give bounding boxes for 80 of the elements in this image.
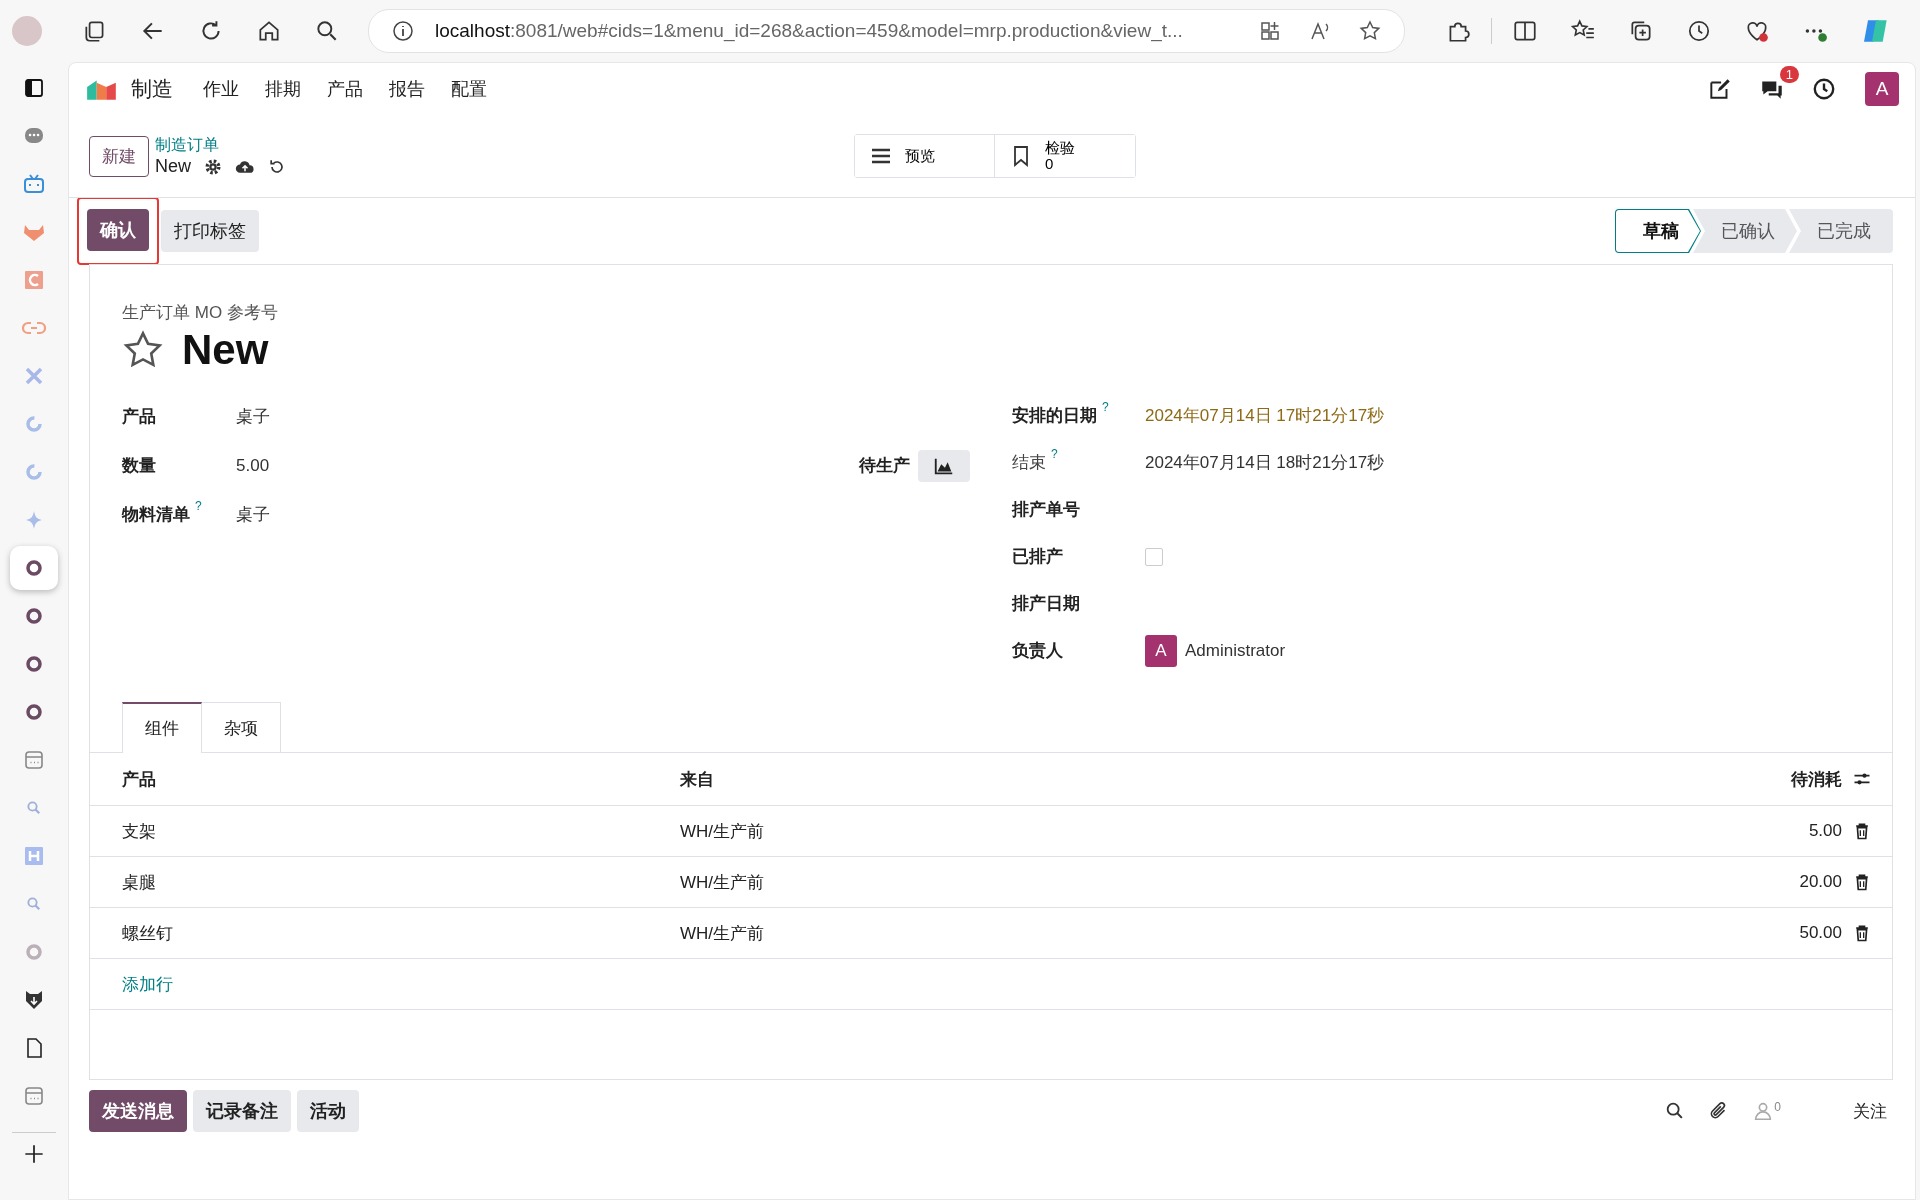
split-screen-icon[interactable] — [1512, 18, 1538, 44]
status-step[interactable]: 已完成 — [1789, 209, 1893, 253]
record-title: New — [182, 326, 269, 374]
smart-button[interactable]: 预览 — [855, 135, 995, 177]
field-label: 生产订单 MO 参考号 — [122, 303, 278, 322]
chatter-button[interactable]: 活动 — [297, 1090, 359, 1132]
table-cell: 5.00 — [1808, 821, 1842, 841]
add-line-link[interactable]: 添加行 — [122, 972, 173, 996]
action-button[interactable]: 确认 — [87, 209, 149, 251]
collections-icon[interactable] — [1628, 18, 1654, 44]
column-header[interactable]: 产品 — [122, 767, 680, 791]
menu-item[interactable]: 报告 — [379, 73, 435, 105]
table-cell-text: WH/生产前 — [680, 871, 766, 894]
tab[interactable]: 组件 — [122, 702, 202, 753]
sidebar-item[interactable] — [10, 546, 58, 590]
new-button[interactable]: 新建 — [89, 135, 149, 177]
table-cell-text: 螺丝钉 — [122, 922, 174, 945]
app-name[interactable]: 制造 — [131, 75, 173, 103]
field-label: 已排产 — [1012, 546, 1063, 568]
notification-badge: 1 — [1779, 66, 1799, 83]
field-label: 物料清单 — [122, 504, 190, 526]
field-value[interactable]: 桌子 — [236, 405, 270, 428]
tile-icon — [22, 844, 46, 868]
menu-item[interactable]: 排期 — [255, 73, 311, 105]
field-value[interactable]: 桌子 — [236, 503, 270, 526]
calendar-icon — [22, 748, 46, 772]
address-bar[interactable]: localhost:8081/web#cids=1&menu_id=268&action=459&model=mrp.production&view_t... — [368, 9, 1405, 53]
status-step[interactable]: 草稿 — [1615, 209, 1701, 253]
star-icon[interactable] — [1358, 19, 1382, 43]
table-cell-text: 支架 — [122, 820, 157, 843]
status-step[interactable]: 已确认 — [1693, 209, 1797, 253]
field-label: 结束 — [1012, 452, 1046, 474]
table-cell: 20.00 — [1799, 872, 1842, 892]
search-icon — [25, 895, 43, 913]
field-value[interactable]: 5.00 — [236, 455, 270, 476]
info-icon[interactable] — [391, 19, 415, 43]
panel-icon — [22, 76, 46, 100]
user-avatar[interactable]: A — [1865, 72, 1899, 106]
user-avatar: A — [1145, 634, 1177, 667]
edit-icon[interactable] — [1707, 76, 1733, 102]
tv-icon — [22, 172, 46, 196]
tab[interactable]: 杂项 — [202, 702, 281, 753]
table-cell: 50.00 — [1799, 923, 1842, 943]
table-cell-text: 桌腿 — [122, 871, 157, 894]
field-label: 待生产 — [859, 455, 910, 477]
field-label: 负责人 — [1012, 640, 1063, 662]
table-cell-text: WH/生产前 — [680, 820, 766, 843]
grid-icon[interactable] — [1258, 19, 1282, 43]
calendar-icon — [22, 1084, 46, 1108]
table-cell-text: WH/生产前 — [680, 922, 766, 945]
field-label: 排产单号 — [1012, 499, 1080, 521]
search-icon — [25, 799, 43, 817]
checkbox[interactable] — [1145, 547, 1163, 566]
url-text: localhost:8081/web#cids=1&menu_id=268&action=459&model=mrp.production&view_t... — [435, 20, 1184, 42]
chatter-button[interactable]: 发送消息 — [89, 1090, 187, 1132]
history-icon[interactable] — [1686, 18, 1712, 44]
follower-count: 0 — [1774, 1100, 1781, 1114]
record-name: New — [155, 156, 191, 177]
clock-icon[interactable] — [1811, 76, 1837, 102]
help-mark[interactable]: ? — [1051, 447, 1058, 461]
field-label: 安排的日期 — [1012, 405, 1097, 427]
breadcrumb-link[interactable]: 制造订单 — [155, 135, 287, 156]
menu-item[interactable]: 配置 — [441, 73, 497, 105]
column-header[interactable]: 来自 — [680, 767, 1791, 791]
help-mark[interactable]: ? — [195, 499, 202, 513]
field-value[interactable]: 2024年07月14日 17时21分17秒 — [1145, 404, 1385, 427]
field-value[interactable]: 2024年07月14日 18时21分17秒 — [1145, 451, 1385, 474]
column-header[interactable]: 待消耗 — [1791, 767, 1842, 791]
menu-item[interactable]: 作业 — [193, 73, 249, 105]
follow-button[interactable]: 关注 — [1847, 1098, 1893, 1124]
menu-item[interactable]: 产品 — [317, 73, 373, 105]
help-mark[interactable]: ? — [1102, 400, 1109, 414]
letter-tile-icon — [22, 268, 46, 292]
field-value[interactable]: Administrator — [1185, 640, 1286, 661]
forecast-button[interactable] — [918, 449, 970, 482]
field-label: 数量 — [122, 455, 156, 477]
field-label: 排产日期 — [1012, 593, 1080, 615]
field-label: 产品 — [122, 406, 156, 428]
chatter-button[interactable]: 记录备注 — [193, 1090, 291, 1132]
action-button[interactable]: 打印标签 — [161, 210, 259, 252]
